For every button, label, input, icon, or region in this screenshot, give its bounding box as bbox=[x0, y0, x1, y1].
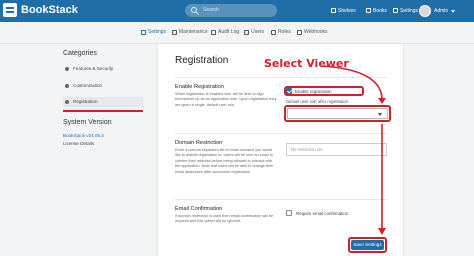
webhook-icon bbox=[297, 29, 302, 35]
license-details[interactable]: License Details bbox=[63, 141, 94, 146]
version-link[interactable]: BookStack v24.05.4 bbox=[63, 133, 104, 138]
top-header: BookStack Search Shelves Books Settings … bbox=[0, 0, 474, 22]
email-confirmation-title: Email Confirmation bbox=[175, 206, 223, 212]
categories-title: Categories bbox=[63, 50, 97, 57]
domain-restriction-input[interactable]: No restriction set bbox=[286, 143, 387, 156]
app-name: BookStack bbox=[21, 4, 78, 16]
domain-restriction-desc: Enter a comma separated list of email do… bbox=[175, 148, 274, 174]
shelves-icon bbox=[331, 8, 336, 13]
nav-shelves[interactable]: Shelves bbox=[331, 0, 356, 22]
settings-tabs: Settings Maintenance Audit Log Users Rol… bbox=[0, 22, 474, 44]
default-role-label: Default user role after registration bbox=[286, 99, 349, 104]
divider bbox=[175, 77, 387, 78]
require-email-confirmation-label: Require email confirmation bbox=[296, 211, 349, 216]
books-icon bbox=[366, 8, 371, 13]
annotation-underline bbox=[63, 110, 143, 112]
nav-books[interactable]: Books bbox=[366, 0, 387, 22]
sidebar-item-registration[interactable]: Registration bbox=[63, 97, 143, 107]
enable-registration-title: Enable Registration bbox=[175, 84, 224, 90]
chevron-down-icon bbox=[451, 9, 456, 13]
palette-icon bbox=[65, 84, 69, 88]
tab-users[interactable]: Users bbox=[244, 29, 264, 35]
tab-audit-log[interactable]: Audit Log bbox=[211, 29, 239, 35]
user-name: Admin bbox=[434, 8, 449, 14]
annotation-box-save-button bbox=[348, 237, 387, 253]
tab-maintenance[interactable]: Maintenance bbox=[172, 29, 208, 35]
list-icon bbox=[211, 29, 216, 35]
sidebar-item-customization[interactable]: Customization bbox=[63, 81, 143, 91]
annotation-box-enable-checkbox bbox=[284, 86, 364, 96]
tab-settings[interactable]: Settings bbox=[141, 29, 166, 35]
annotation-box-role-select bbox=[284, 105, 391, 122]
tab-webhooks[interactable]: Webhooks bbox=[297, 29, 328, 35]
tab-roles[interactable]: Roles bbox=[271, 29, 291, 35]
system-version-title: System Version bbox=[63, 119, 112, 126]
wrench-icon bbox=[172, 29, 177, 35]
app-logo[interactable]: BookStack bbox=[3, 3, 78, 17]
page-title: Registration bbox=[175, 55, 229, 66]
lock-icon bbox=[271, 29, 276, 35]
gear-icon bbox=[141, 29, 146, 35]
enable-registration-desc: When registration is enabled user will b… bbox=[175, 92, 277, 107]
lock-icon bbox=[65, 100, 69, 104]
email-confirmation-desc: If domain restriction is used then email… bbox=[175, 214, 274, 224]
divider bbox=[175, 133, 387, 134]
annotation-label: Select Viewer bbox=[264, 57, 349, 70]
user-menu[interactable]: Admin bbox=[419, 5, 456, 17]
divider bbox=[175, 199, 387, 200]
search-input[interactable]: Search bbox=[185, 4, 277, 17]
search-icon bbox=[191, 7, 197, 13]
nav-settings[interactable]: Settings bbox=[393, 0, 418, 22]
sidebar-item-features-security[interactable]: Features & Security bbox=[63, 64, 143, 74]
bookstack-logo-icon bbox=[3, 3, 17, 17]
shield-icon bbox=[65, 67, 69, 71]
users-icon bbox=[244, 29, 249, 35]
gear-icon bbox=[393, 8, 398, 13]
domain-restriction-title: Domain Restriction bbox=[175, 140, 223, 146]
avatar bbox=[419, 5, 431, 17]
require-email-confirmation-checkbox[interactable] bbox=[286, 210, 292, 216]
